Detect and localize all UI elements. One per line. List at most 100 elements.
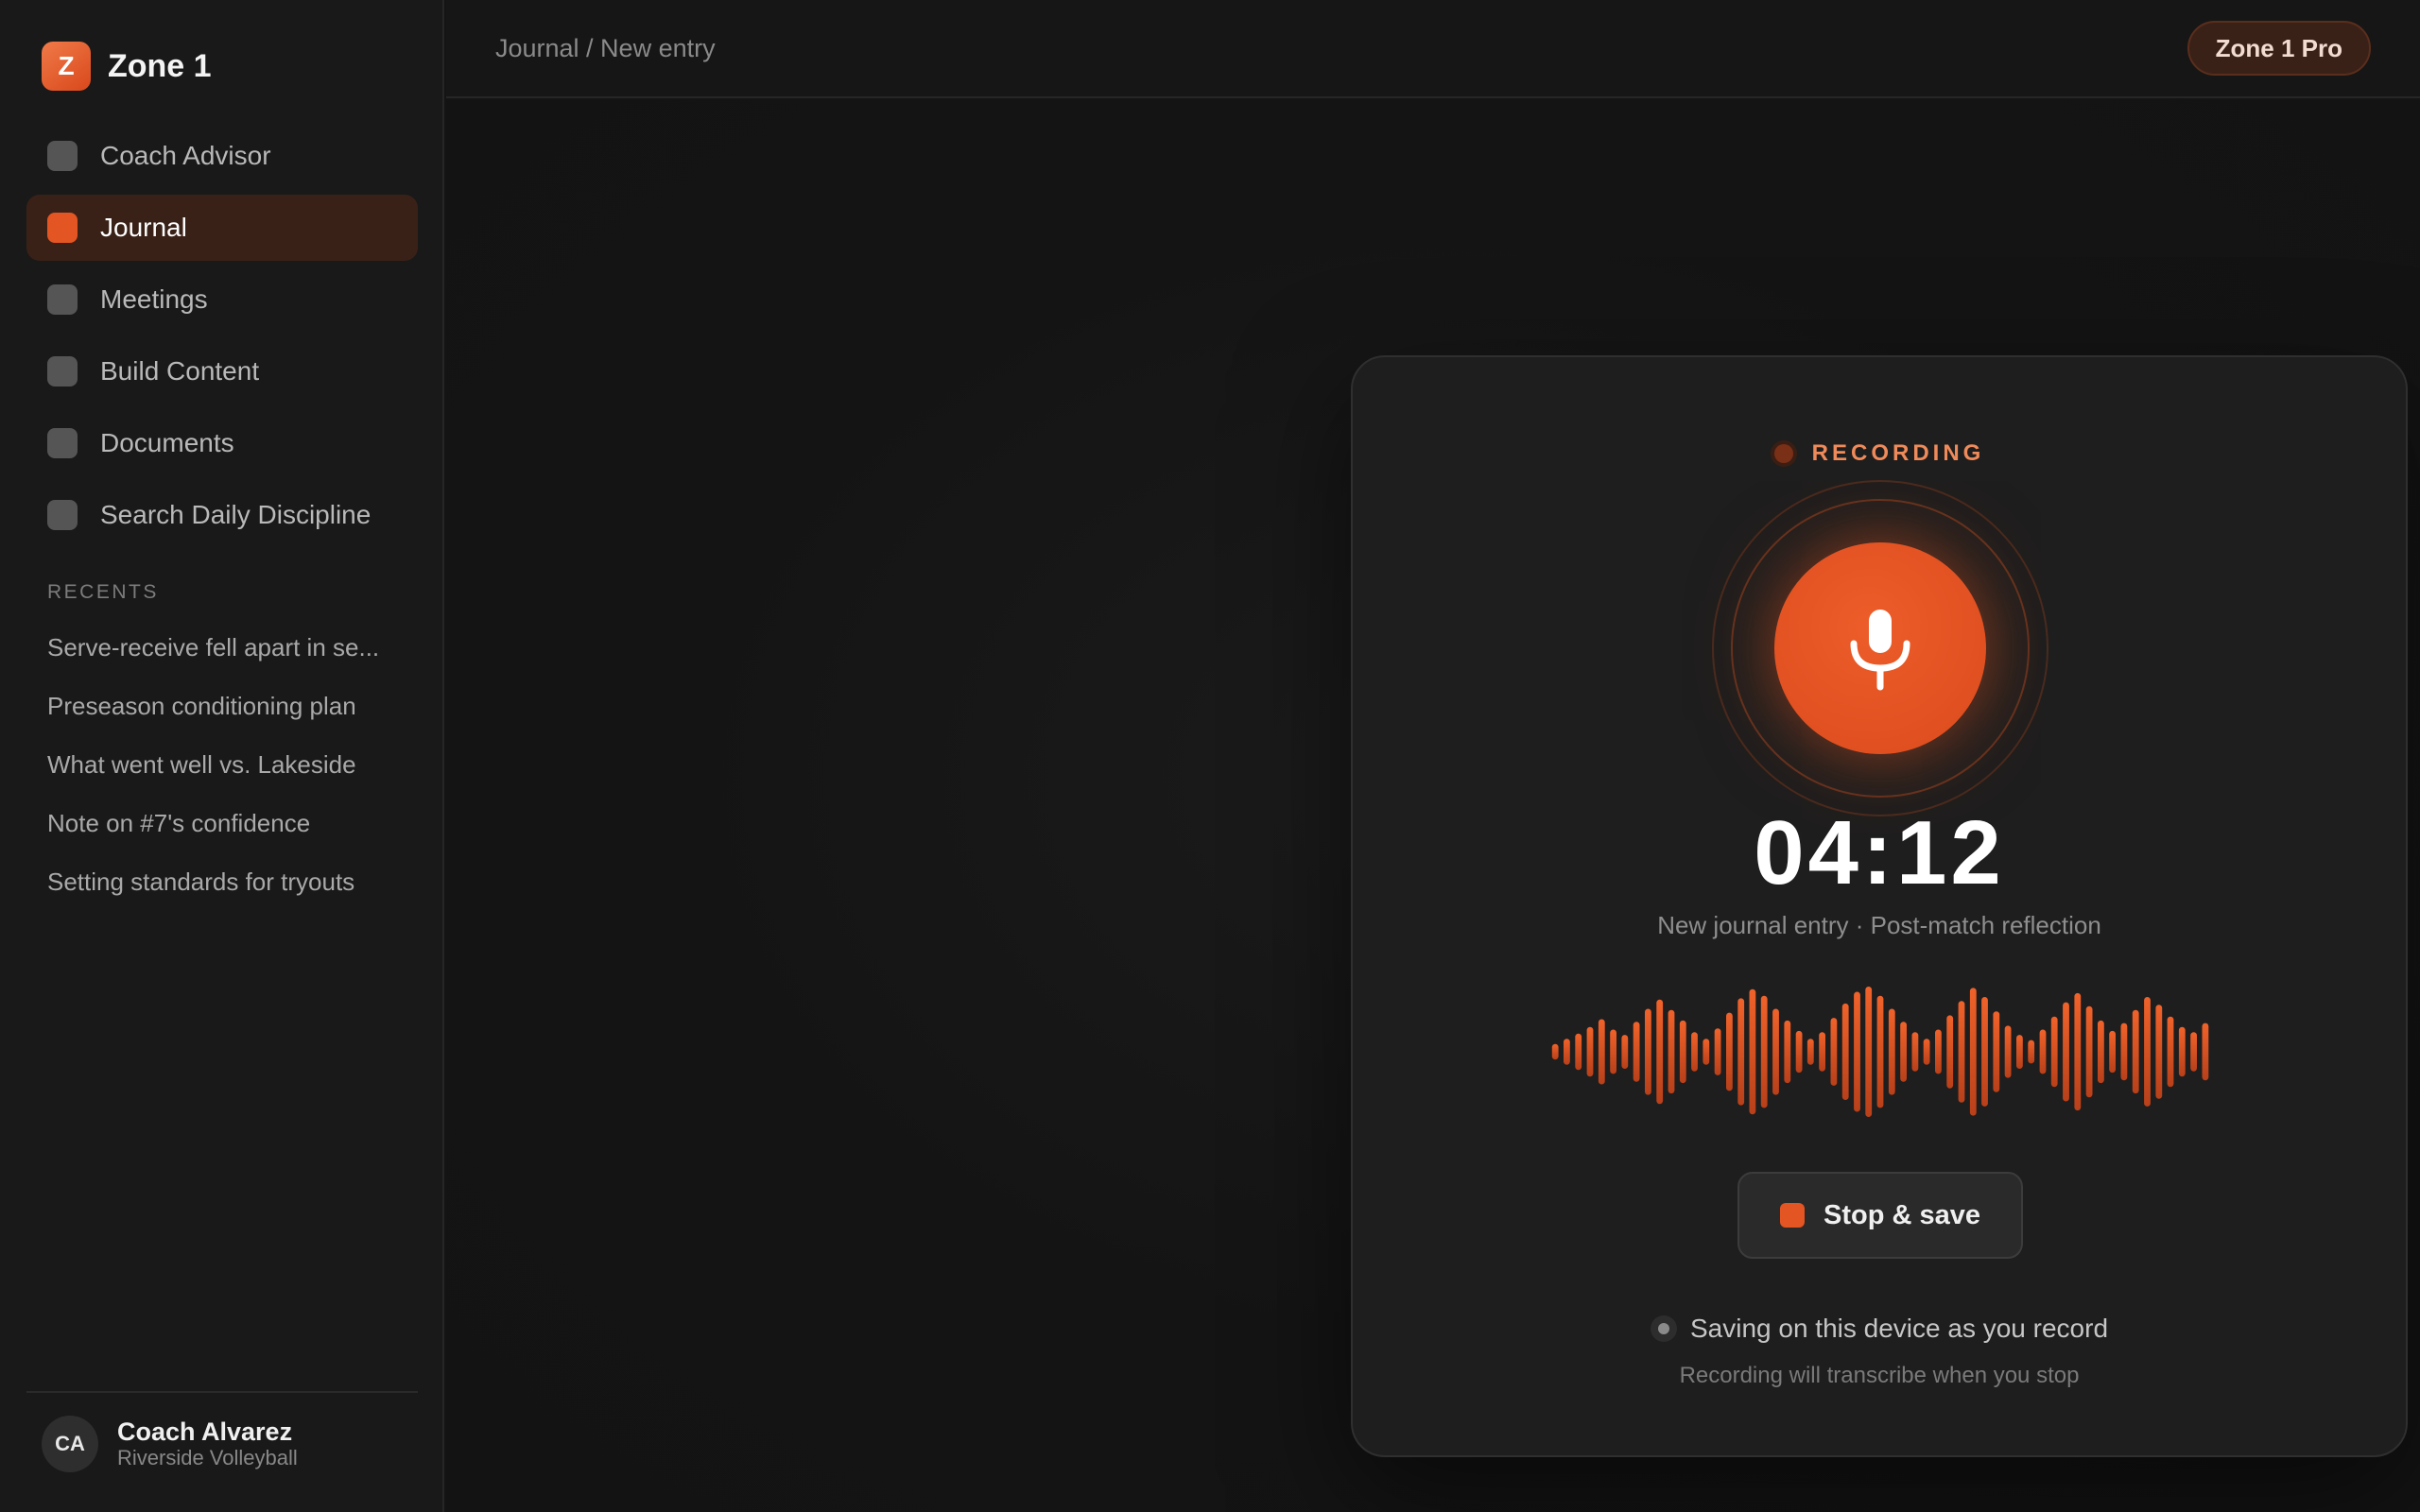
audio-waveform: [1551, 987, 2209, 1117]
waveform-bar: [1645, 1008, 1651, 1095]
waveform-bar: [1993, 1011, 2000, 1092]
waveform-bar: [1703, 1039, 1710, 1065]
saving-status-text: Saving on this device as you record: [1689, 1314, 2109, 1343]
waveform-bar: [1610, 1029, 1616, 1074]
waveform-bar: [2074, 992, 2082, 1111]
waveform-bar: [1726, 1012, 1733, 1091]
sidebar-item-label: Documents: [100, 428, 234, 457]
sidebar-item-search-daily-discipline[interactable]: Search Daily Discipline: [26, 482, 418, 548]
waveform-bar: [1911, 1032, 1919, 1072]
waveform-bar: [1714, 1028, 1721, 1075]
waveform-bar: [2190, 1032, 2197, 1072]
waveform-bar: [1795, 1030, 1803, 1074]
waveform-bar: [1598, 1019, 1605, 1085]
waveform-bar: [1575, 1033, 1582, 1071]
waveform-bar: [2202, 1022, 2209, 1081]
waveform-bar: [1876, 995, 1884, 1108]
stop-and-save-label: Stop & save: [1824, 1199, 1980, 1230]
waveform-bar: [2120, 1022, 2128, 1081]
waveform-bar: [1621, 1035, 1629, 1069]
waveform-bar: [1760, 995, 1768, 1108]
brand-name: Zone 1: [108, 47, 212, 84]
search-daily-discipline-icon: [47, 500, 78, 530]
sidebar: Z Zone 1 Coach Advisor Journal Meetings …: [0, 0, 444, 1512]
waveform-bar: [1633, 1022, 1640, 1082]
user-org: Riverside Volleyball: [117, 1446, 298, 1469]
waveform-bar: [2098, 1020, 2104, 1084]
user-profile[interactable]: CA Coach Alvarez Riverside Volleyball: [26, 1391, 418, 1486]
waveform-bar: [2016, 1035, 2023, 1069]
entry-subtitle: New journal entry · Post-match reflectio…: [1657, 911, 2101, 939]
sidebar-item-coach-advisor[interactable]: Coach Advisor: [26, 123, 418, 189]
recent-item[interactable]: Serve-receive fell apart in se...: [47, 626, 406, 684]
sidebar-item-meetings[interactable]: Meetings: [26, 266, 418, 333]
recording-timer: 04:12: [1754, 802, 2005, 903]
recording-dot-icon: [1773, 444, 1793, 463]
waveform-bar: [1946, 1015, 1954, 1089]
recents-heading: RECENTS: [47, 581, 159, 603]
sidebar-item-label: Search Daily Discipline: [100, 500, 372, 529]
sidebar-item-label: Coach Advisor: [100, 141, 271, 170]
recent-item[interactable]: Preseason conditioning plan: [47, 684, 406, 743]
waveform-bar: [1679, 1020, 1686, 1084]
recorder-card: RECORDING 04:12 New journal entry · Post…: [1351, 355, 2408, 1457]
transcribe-hint: Recording will transcribe when you stop: [1679, 1363, 2080, 1388]
waveform-bar: [2144, 997, 2151, 1107]
sidebar-nav: Coach Advisor Journal Meetings Build Con…: [26, 123, 418, 554]
waveform-bar: [2050, 1016, 2058, 1088]
user-text: Coach Alvarez Riverside Volleyball: [117, 1418, 298, 1470]
recording-status: RECORDING: [1353, 440, 2406, 467]
waveform-bar: [2063, 1002, 2069, 1102]
plan-badge[interactable]: Zone 1 Pro: [2187, 21, 2371, 76]
sidebar-item-label: Build Content: [100, 356, 260, 386]
microphone-icon: [1850, 610, 1910, 691]
sidebar-item-journal[interactable]: Journal: [26, 195, 418, 261]
waveform-bar: [2109, 1030, 2116, 1074]
waveform-bar: [1865, 987, 1873, 1117]
waveform-bar: [2132, 1009, 2139, 1094]
waveform-bar: [1900, 1022, 1907, 1082]
recent-item[interactable]: What went well vs. Lakeside: [47, 743, 406, 801]
sidebar-item-label: Journal: [100, 213, 187, 242]
build-content-icon: [47, 356, 78, 387]
waveform-bar: [2178, 1026, 2186, 1077]
sidebar-item-build-content[interactable]: Build Content: [26, 338, 418, 404]
waveform-bar: [2039, 1029, 2047, 1074]
documents-icon: [47, 428, 78, 458]
mic-button[interactable]: [1774, 542, 1986, 754]
waveform-bar: [2155, 1005, 2163, 1099]
top-bar: Journal / New entry Zone 1 Pro: [446, 0, 2420, 98]
waveform-bar: [1969, 988, 1977, 1116]
coach-advisor-icon: [47, 141, 78, 171]
brand-logo: Z: [42, 42, 91, 91]
waveform-bar: [2167, 1016, 2174, 1088]
waveform-bar: [1854, 991, 1860, 1112]
recents-list: Serve-receive fell apart in se... Presea…: [47, 626, 406, 919]
waveform-bar: [2028, 1040, 2035, 1064]
stop-and-save-button[interactable]: Stop & save: [1737, 1172, 2023, 1259]
waveform-bar: [1981, 997, 1988, 1107]
mic-visual: [1712, 480, 2048, 816]
waveform-bar: [1935, 1029, 1942, 1074]
recording-status-label: RECORDING: [1811, 440, 1985, 466]
local-save-dot-icon: [1650, 1315, 1677, 1342]
journal-icon: [47, 213, 78, 243]
waveform-bar: [1564, 1039, 1570, 1065]
waveform-bar: [1737, 998, 1745, 1106]
waveform-bar: [1923, 1039, 1930, 1065]
waveform-bar: [1691, 1032, 1698, 1072]
main-content: RECORDING 04:12 New journal entry · Post…: [446, 100, 2420, 1512]
recent-item[interactable]: Note on #7's confidence: [47, 801, 406, 860]
waveform-bar: [1772, 1008, 1779, 1095]
recent-item[interactable]: Setting standards for tryouts: [47, 860, 406, 919]
sidebar-item-label: Meetings: [100, 284, 208, 314]
waveform-bar: [1586, 1026, 1594, 1077]
brand[interactable]: Z Zone 1: [42, 42, 212, 91]
breadcrumb[interactable]: Journal / New entry: [495, 34, 716, 63]
waveform-bar: [1830, 1018, 1838, 1086]
waveform-bar: [1958, 1001, 1965, 1103]
sidebar-item-documents[interactable]: Documents: [26, 410, 418, 476]
waveform-bar: [1784, 1020, 1791, 1084]
waveform-bar: [2085, 1005, 2093, 1098]
waveform-bar: [1551, 1043, 1559, 1060]
